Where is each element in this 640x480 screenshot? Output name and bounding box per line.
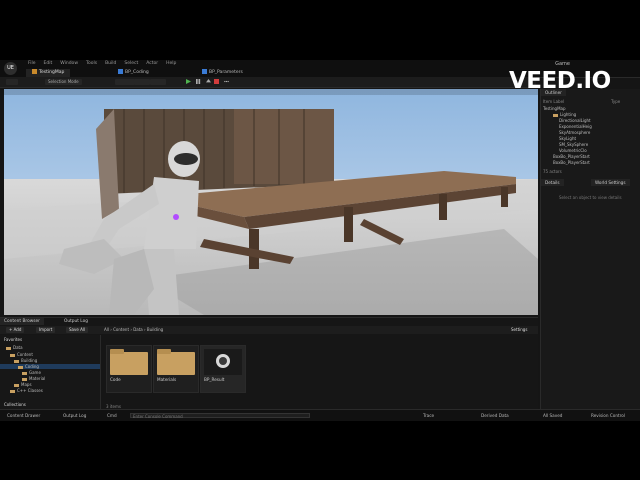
- folder-tree: Favorites Data Content Building Coding G…: [0, 335, 101, 414]
- favorites-header[interactable]: Favorites: [4, 337, 22, 342]
- tab-content-browser[interactable]: Content Browser: [0, 318, 44, 325]
- menu-select[interactable]: Select: [124, 61, 138, 66]
- veed-watermark: VEED.IO: [509, 68, 611, 94]
- status-bar: Content Drawer Output Log Cmd Enter Cons…: [0, 409, 640, 421]
- level-icon: [32, 69, 37, 74]
- breadcrumb-item[interactable]: Content: [113, 327, 129, 332]
- add-actor-button[interactable]: [115, 79, 135, 85]
- outliner-row[interactable]: Lighting: [553, 112, 576, 117]
- asset-tile[interactable]: Code: [106, 345, 152, 393]
- unreal-logo-icon[interactable]: UE: [4, 62, 17, 75]
- import-button[interactable]: Import: [36, 327, 56, 333]
- folder-icon: [14, 383, 19, 387]
- blueprints-button[interactable]: [134, 79, 150, 85]
- derived-data-button[interactable]: Derived Data: [478, 412, 512, 419]
- menu-file[interactable]: File: [28, 61, 36, 66]
- add-button[interactable]: + Add: [6, 327, 25, 333]
- unreal-editor-window: UE File Edit Window Tools Build Select A…: [0, 60, 640, 421]
- save-icon[interactable]: [6, 79, 18, 85]
- save-status[interactable]: All Saved: [540, 412, 565, 419]
- trace-button[interactable]: Trace: [420, 412, 437, 419]
- play-icon[interactable]: [186, 79, 191, 84]
- menu-actor[interactable]: Actor: [146, 61, 158, 66]
- tree-item[interactable]: Game: [22, 370, 41, 375]
- cmd-dropdown[interactable]: Cmd: [104, 412, 120, 419]
- breadcrumb-item[interactable]: Building: [147, 327, 163, 332]
- skip-icon[interactable]: [196, 79, 201, 84]
- output-log-button[interactable]: Output Log: [60, 412, 89, 419]
- breadcrumb-item[interactable]: All: [104, 327, 109, 332]
- folder-icon: [553, 113, 558, 117]
- outliner-row[interactable]: SkyLight: [559, 136, 576, 141]
- tree-item[interactable]: Material: [22, 376, 45, 381]
- tab-world-settings[interactable]: World Settings: [591, 179, 630, 186]
- selection-mode-dropdown[interactable]: Selection Mode: [45, 79, 82, 85]
- blueprint-icon: [118, 69, 123, 74]
- breadcrumb-item[interactable]: Data: [133, 327, 143, 332]
- content-drawer-button[interactable]: Content Drawer: [4, 412, 43, 419]
- project-name: Game: [555, 61, 570, 67]
- viewport-scene: [4, 89, 538, 315]
- blueprint-icon: [202, 69, 207, 74]
- level-viewport[interactable]: [4, 89, 538, 315]
- tree-item[interactable]: Maps: [14, 382, 32, 387]
- tab-details[interactable]: Details: [541, 179, 564, 186]
- asset-tile[interactable]: Materials: [153, 345, 199, 393]
- outliner-header-label[interactable]: Item Label: [543, 99, 564, 104]
- outliner-panel: Outliner Item Label Type TestingMap Ligh…: [540, 89, 640, 421]
- folder-icon: [22, 371, 27, 375]
- level-toolbar: Selection Mode: [0, 77, 536, 88]
- menu-edit[interactable]: Edit: [44, 61, 53, 66]
- tree-item[interactable]: Building: [14, 358, 37, 363]
- folder-icon: [10, 389, 15, 393]
- details-empty-text: Select an object to view details: [559, 195, 622, 200]
- tree-item[interactable]: Coding: [0, 364, 100, 369]
- tree-item[interactable]: Content: [10, 352, 33, 357]
- tab-bp-parameters[interactable]: BP_Parameters: [196, 69, 249, 77]
- folder-icon: [157, 349, 195, 375]
- breadcrumb: All › Content › Data › Building: [104, 327, 164, 332]
- collections-header[interactable]: Collections: [4, 402, 26, 407]
- outliner-row[interactable]: BoxBo_PlayerStart: [553, 154, 590, 159]
- cinematics-button[interactable]: [150, 79, 166, 85]
- menu-build[interactable]: Build: [105, 61, 116, 66]
- eject-icon[interactable]: [206, 79, 211, 84]
- folder-icon: [22, 377, 27, 381]
- content-toolbar: + Add Import Save All All › Content › Da…: [0, 326, 538, 334]
- outliner-row[interactable]: SkyAtmosphere: [559, 130, 590, 135]
- outliner-row[interactable]: TestingMap: [543, 106, 566, 111]
- content-browser: Content Browser Output Log + Add Import …: [0, 317, 538, 414]
- outliner-row[interactable]: ExponentialHeig: [559, 124, 592, 129]
- revision-control-button[interactable]: Revision Control: [588, 412, 628, 419]
- settings-button[interactable]: Settings: [508, 327, 530, 333]
- tab-output-log[interactable]: Output Log: [60, 318, 92, 325]
- outliner-row[interactable]: VolumetricClo: [559, 148, 587, 153]
- folder-icon: [10, 353, 15, 357]
- outliner-row[interactable]: SM_SkySphere: [559, 142, 588, 147]
- blueprint-icon: [204, 349, 242, 375]
- folder-icon: [110, 349, 148, 375]
- outliner-row[interactable]: BoxBo_PlayerStart: [553, 160, 590, 165]
- viewport-toolbar: [4, 89, 538, 95]
- menu-window[interactable]: Window: [60, 61, 78, 66]
- outliner-header-type[interactable]: Type: [611, 99, 620, 104]
- stop-icon[interactable]: [214, 79, 219, 84]
- tab-testingmap[interactable]: TestingMap: [26, 69, 71, 77]
- folder-icon: [14, 359, 19, 363]
- console-command-input[interactable]: Enter Console Command: [130, 413, 310, 419]
- tree-item[interactable]: Data: [6, 345, 23, 350]
- outliner-row[interactable]: DirectionalLight: [559, 118, 591, 123]
- main-menu: File Edit Window Tools Build Select Acto…: [28, 61, 176, 66]
- menu-tools[interactable]: Tools: [86, 61, 97, 66]
- folder-icon: [18, 365, 23, 369]
- tab-bp-coding[interactable]: BP_Coding: [112, 69, 155, 77]
- menu-help[interactable]: Help: [166, 61, 176, 66]
- actor-count: 75 actors: [543, 169, 562, 174]
- asset-tile[interactable]: BP_Result: [200, 345, 246, 393]
- more-options-icon[interactable]: [224, 79, 229, 84]
- save-all-button[interactable]: Save All: [66, 327, 89, 333]
- tree-item[interactable]: C++ Classes: [10, 388, 43, 393]
- folder-icon: [6, 346, 11, 350]
